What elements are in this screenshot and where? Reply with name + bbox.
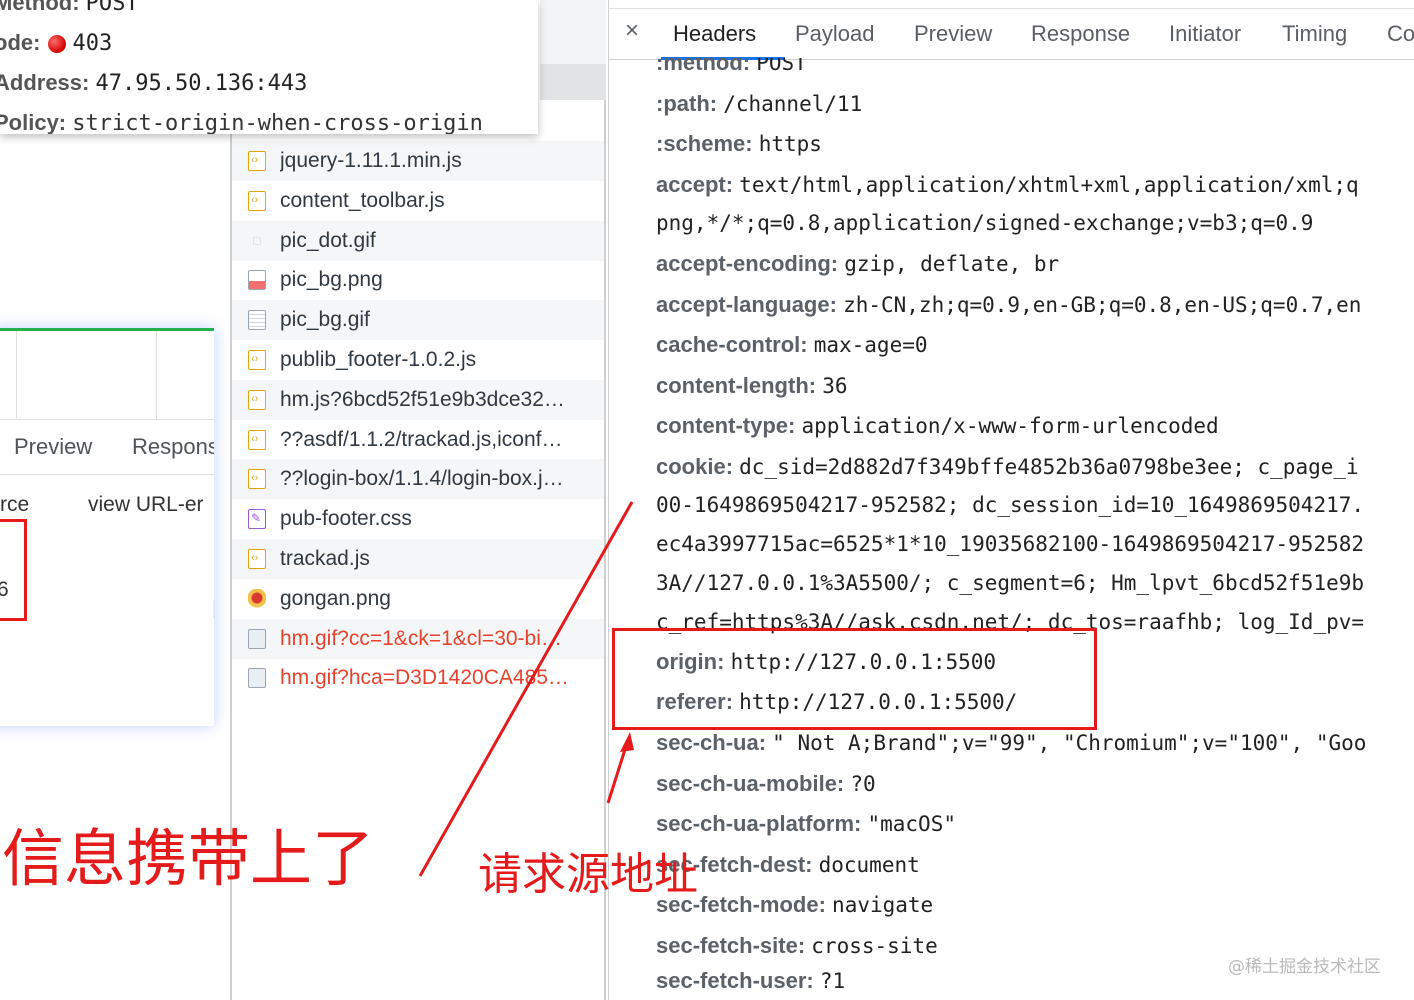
request-name: hm.gif?cc=1&ck=1&cl=30-bi… — [280, 626, 562, 650]
request-list-header-strip — [540, 64, 606, 100]
header-sec-ch-ua-platform: sec-ch-ua-platform: "macOS" — [656, 811, 956, 836]
js-file-icon — [248, 389, 266, 410]
request-list-item[interactable]: ??login-box/1.1.4/login-box.j… — [232, 459, 604, 500]
column-divider — [156, 331, 157, 419]
header-cookie-continued: 3A//127.0.0.1%3A5500/; c_segment=6; Hm_l… — [656, 571, 1365, 595]
request-name: hm.js?6bcd52f51e9b3dce32… — [280, 387, 565, 411]
request-list-item[interactable]: pub-footer.css — [232, 499, 604, 539]
request-name: hm.gif?hca=D3D1420CA485… — [280, 666, 569, 690]
mini-tab-preview[interactable]: Preview — [14, 434, 92, 460]
summary-status-code-row: ode: 403 — [0, 30, 113, 56]
tab-preview[interactable]: Preview — [914, 21, 992, 47]
header-sec-fetch-mode: sec-fetch-mode: navigate — [656, 892, 934, 917]
tab-response[interactable]: Response — [1031, 21, 1130, 47]
request-list-item[interactable]: hm.js?6bcd52f51e9b3dce32… — [232, 379, 604, 420]
column-divider — [16, 331, 17, 419]
js-file-icon — [248, 469, 266, 490]
watermark-text: @稀土掘金技术社区 — [1228, 957, 1381, 977]
request-list-item[interactable]: hm.gif?hca=D3D1420CA485… — [232, 658, 604, 698]
error-file-icon — [248, 668, 266, 689]
error-file-icon — [248, 628, 266, 649]
header-content-type: content-type: application/x-www-form-url… — [656, 413, 1219, 438]
request-list-item[interactable]: publib_footer-1.0.2.js — [232, 340, 604, 380]
request-list-item[interactable]: pic_bg.png — [232, 260, 604, 300]
header-path: :path: /channel/11 — [656, 91, 863, 116]
annotation-red-box-left: 6 — [0, 519, 27, 621]
header-scheme: :scheme: https — [656, 131, 822, 156]
request-name: ??login-box/1.1.4/login-box.j… — [280, 467, 564, 491]
request-summary-popup: Method: POST ode: 403 Address: 47.95.50.1… — [0, 0, 538, 134]
js-file-icon — [248, 151, 266, 171]
request-list-item[interactable]: pic_dot.gif — [232, 220, 604, 261]
request-name: pub-footer.css — [280, 507, 412, 531]
request-name: trackad.js — [280, 547, 370, 570]
request-name: content_toolbar.js — [280, 188, 445, 212]
header-content-length: content-length: 36 — [656, 373, 848, 398]
request-list-item[interactable]: content_toolbar.js — [232, 181, 604, 221]
css-file-icon — [248, 509, 266, 530]
header-sec-fetch-dest: sec-fetch-dest: document — [656, 852, 920, 877]
request-name: pic_bg.gif — [280, 308, 370, 332]
image-file-icon — [248, 270, 266, 291]
request-list-item[interactable]: jquery-1.11.1.min.js — [232, 141, 604, 181]
cropped-devtools-panel: Preview Respons rce view URL-er 6 网 — [0, 328, 214, 726]
request-list-item[interactable]: gongan.png — [232, 579, 604, 619]
summary-method-row: Method: POST — [0, 0, 139, 16]
annotation-right-caption: 请求源地址 — [478, 849, 698, 900]
request-name: ??asdf/1.1.2/trackad.js,iconf… — [280, 427, 563, 451]
mini-box-value: 6 — [0, 578, 9, 602]
header-cookie: cookie: dc_sid=2d882d7f349bffe4852b36a07… — [656, 454, 1359, 479]
request-name: publib_footer-1.0.2.js — [280, 348, 477, 371]
header-accept-language: accept-language: zh-CN,zh;q=0.9,en-GB;q=… — [656, 292, 1362, 317]
request-list-item[interactable]: ??asdf/1.1.2/trackad.js,iconf… — [232, 420, 604, 460]
request-name: jquery-1.11.1.min.js — [280, 149, 462, 172]
badge-image-icon — [248, 588, 266, 609]
summary-referrer-policy-row: Policy: strict-origin-when-cross-origin — [0, 110, 483, 134]
header-cache-control: cache-control: max-age=0 — [656, 332, 928, 357]
close-icon[interactable]: × — [625, 17, 639, 45]
stray-glyph: 网 — [212, 593, 214, 622]
details-tab-bar: × Headers Payload Preview Response Initi… — [609, 8, 1414, 60]
mini-tab-response[interactable]: Respons — [132, 434, 214, 460]
annotation-red-box-origin — [612, 628, 1097, 730]
mini-view-url-link[interactable]: view URL-er — [88, 493, 204, 517]
tab-payload[interactable]: Payload — [795, 21, 875, 47]
header-accept-encoding: accept-encoding: gzip, deflate, br — [656, 251, 1060, 276]
dot-image-icon — [253, 236, 261, 245]
header-sec-ch-ua-mobile: sec-ch-ua-mobile: ?0 — [656, 771, 876, 796]
mini-source-label: rce — [0, 493, 30, 516]
request-list-item[interactable]: pic_bg.gif — [232, 300, 604, 341]
request-name: gongan.png — [280, 586, 391, 610]
status-error-dot-icon — [48, 35, 67, 53]
js-file-icon — [248, 549, 266, 569]
tab-cookies[interactable]: Co — [1387, 21, 1414, 47]
header-accept-continued: png,*/*;q=0.8,application/signed-exchang… — [656, 211, 1314, 235]
request-name: pic_dot.gif — [280, 228, 376, 252]
js-file-icon — [248, 350, 266, 370]
mini-tab-bar: Preview Respons — [0, 419, 214, 475]
header-accept: accept: text/html,application/xhtml+xml,… — [656, 172, 1359, 197]
summary-remote-address-row: Address: 47.95.50.136:443 — [0, 70, 308, 96]
request-name: pic_bg.png — [280, 268, 383, 292]
tab-timing[interactable]: Timing — [1282, 21, 1347, 47]
gif-file-icon — [248, 310, 266, 331]
tab-initiator[interactable]: Initiator — [1169, 21, 1241, 47]
js-file-icon — [248, 429, 266, 450]
request-list-item[interactable]: hm.gif?cc=1&ck=1&cl=30-bi… — [232, 618, 604, 659]
js-file-icon — [248, 190, 266, 211]
annotation-left-caption: 信息携带上了 — [2, 822, 375, 895]
tab-headers[interactable]: Headers — [673, 21, 756, 47]
request-list-item[interactable]: trackad.js — [232, 539, 604, 579]
header-cookie-continued: ec4a3997715ac=6525*1*10_19035682100-1649… — [656, 532, 1365, 556]
header-cookie-continued: 00-1649869504217-952582; dc_session_id=1… — [656, 493, 1365, 517]
